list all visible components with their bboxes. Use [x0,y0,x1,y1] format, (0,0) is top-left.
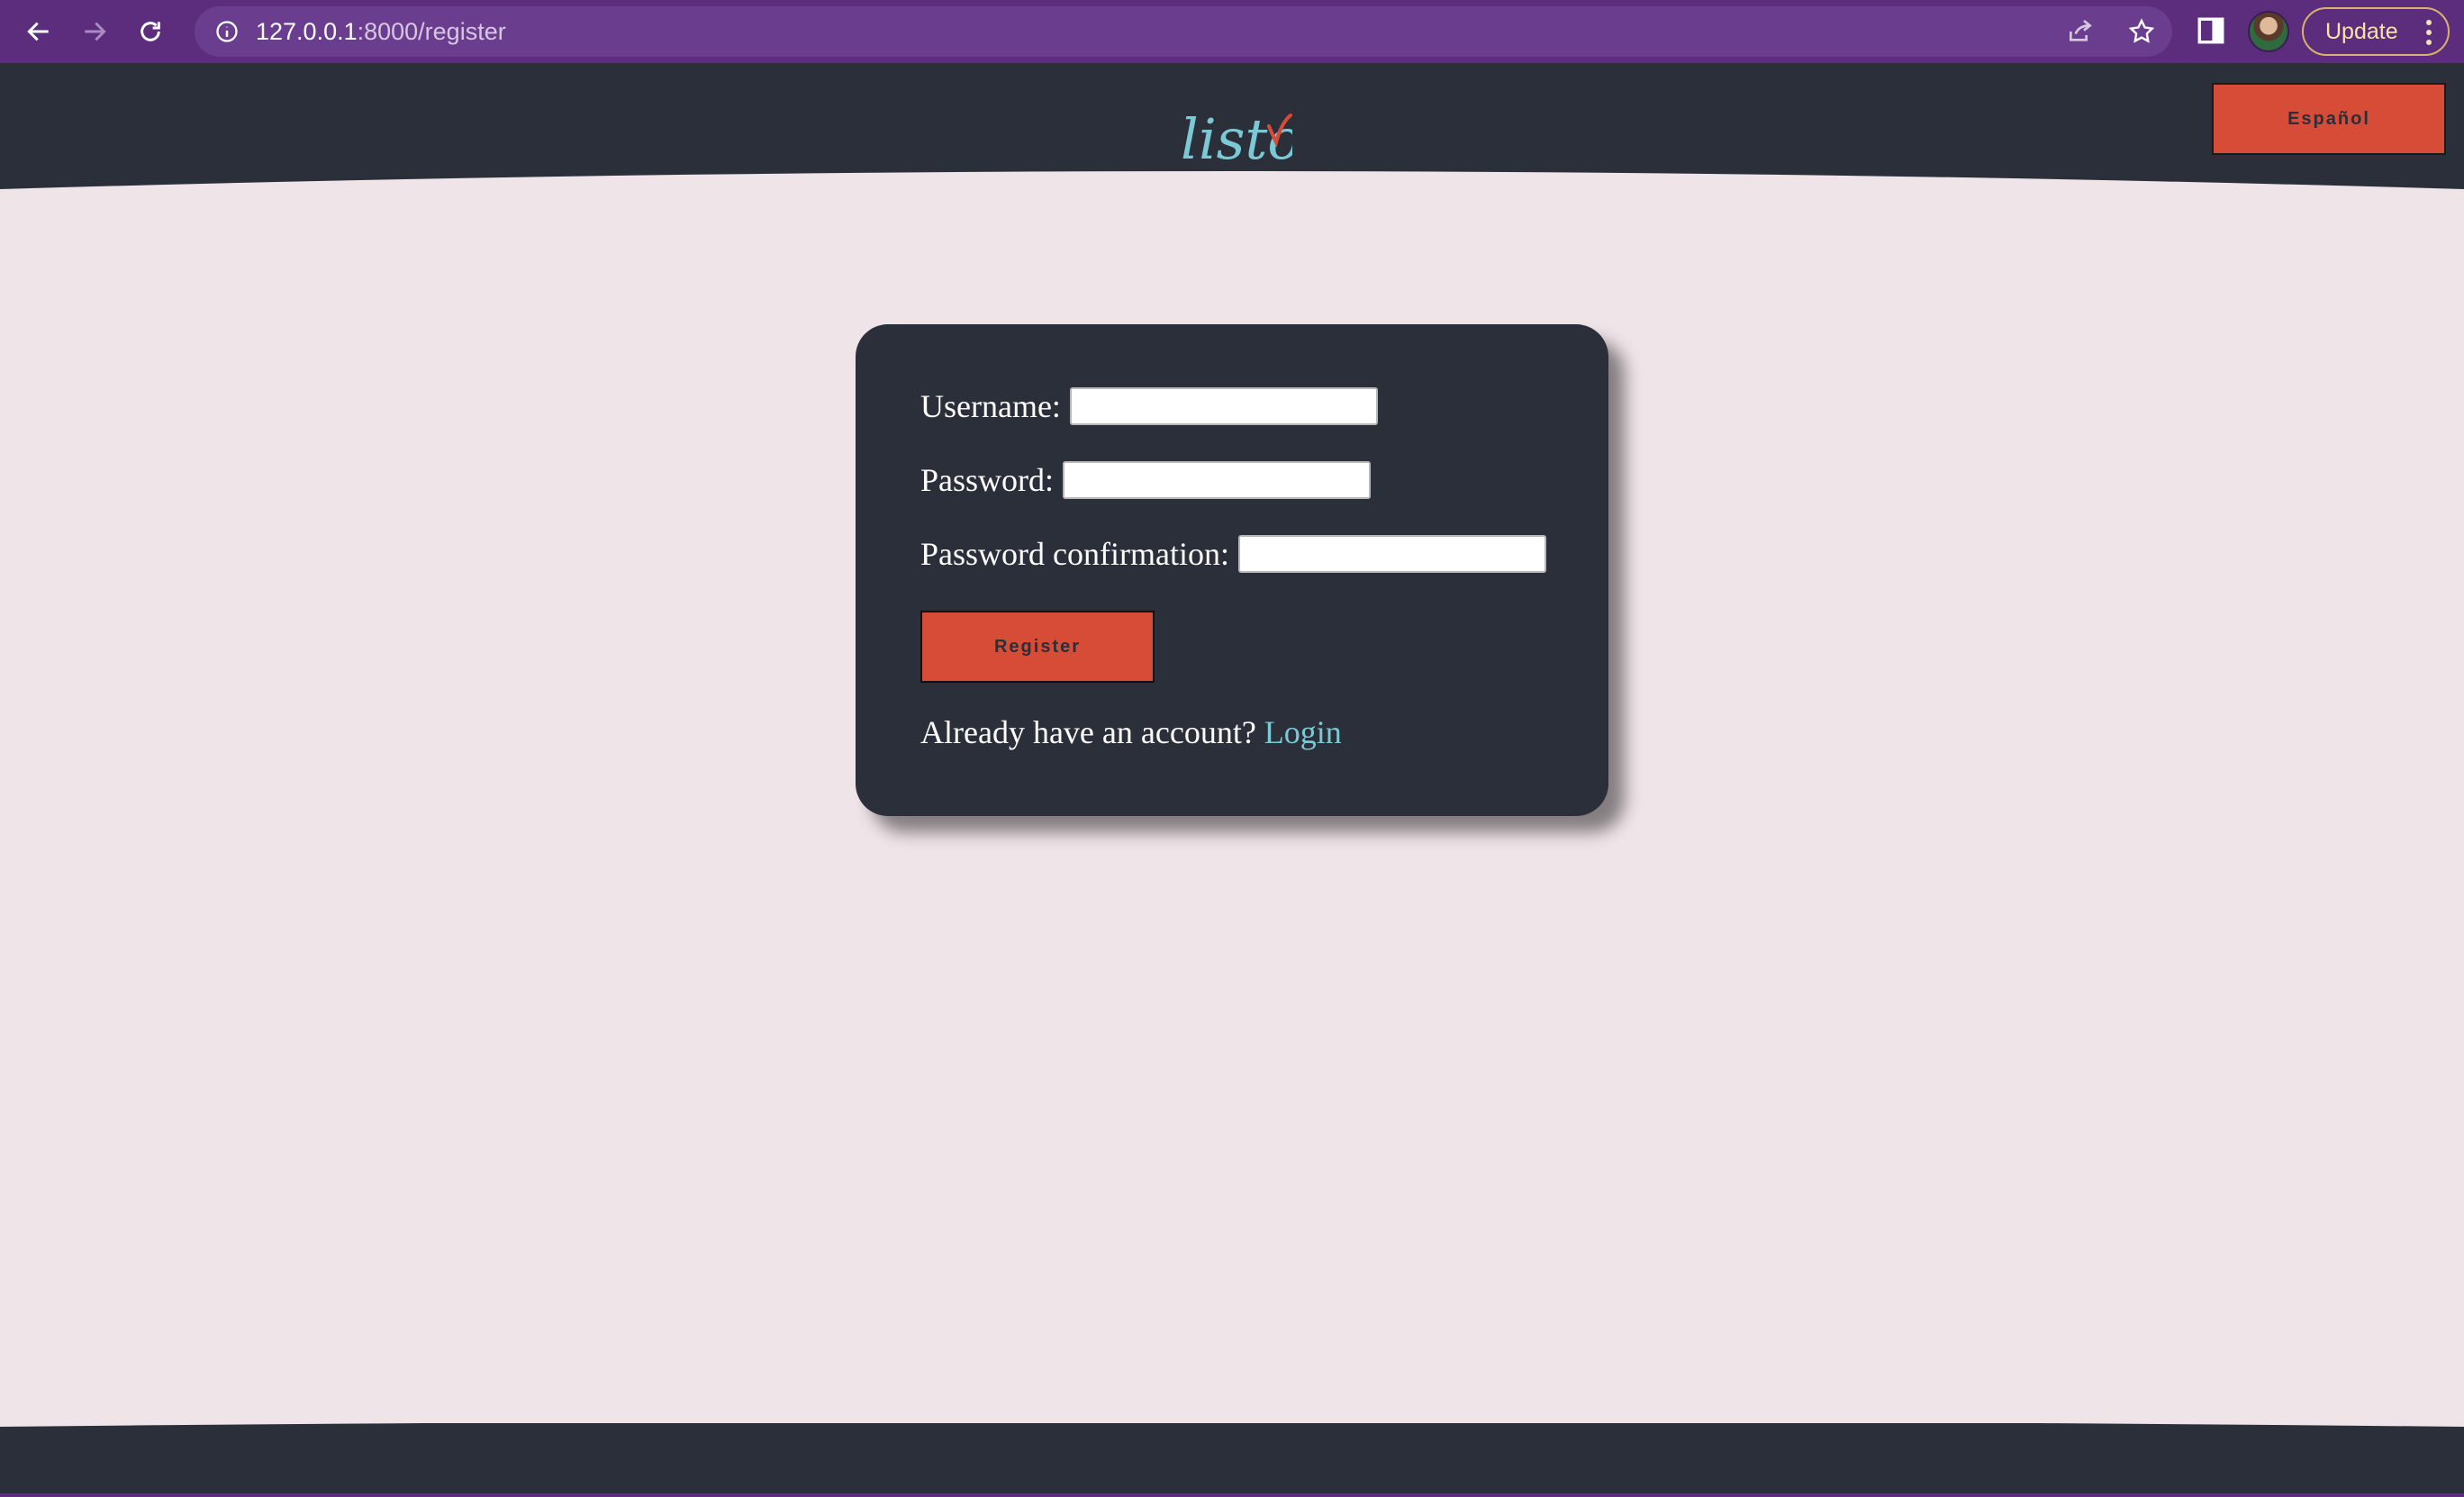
register-button[interactable]: Register [920,611,1155,683]
register-card: Username: Password: Password confirmatio… [856,324,1608,816]
password-label: Password: [920,462,1055,498]
url-path: :8000/register [357,17,506,45]
site-footer [0,1423,2464,1497]
profile-avatar[interactable] [2248,11,2289,52]
side-panel-icon[interactable] [2196,15,2226,46]
language-button[interactable]: Español [2212,83,2446,155]
username-row: Username: [920,387,1378,425]
password-confirmation-label: Password confirmation: [920,536,1229,572]
more-menu-icon[interactable] [2426,20,2432,45]
update-label: Update [2325,18,2398,44]
login-prompt: Already have an account? Login [920,713,1342,751]
password-confirmation-input[interactable] [1237,535,1546,573]
password-input[interactable] [1063,461,1372,499]
forward-button[interactable] [67,4,122,59]
username-input[interactable] [1069,387,1378,425]
password-row: Password: [920,461,1372,499]
username-label: Username: [920,388,1061,424]
star-icon[interactable] [2127,17,2156,46]
confirm-row: Password confirmation: [920,535,1546,573]
login-link[interactable]: Login [1264,714,1342,750]
site-header: listo Español [0,63,2464,209]
info-icon[interactable] [214,19,240,44]
footer-band [0,1423,2464,1497]
browser-toolbar: 127.0.0.1:8000/register Update [0,0,2464,63]
listo-logo: listo [1181,106,1292,172]
update-button[interactable]: Update [2302,7,2450,56]
url-host: 127.0.0.1 [256,17,358,45]
login-prompt-text: Already have an account? [920,714,1256,750]
back-button[interactable] [11,4,67,59]
reload-icon [140,22,160,41]
arrow-right-icon [85,22,106,41]
reload-button[interactable] [122,4,178,59]
url-text: 127.0.0.1:8000/register [256,18,506,46]
share-icon[interactable] [2066,17,2095,46]
address-bar[interactable]: 127.0.0.1:8000/register [195,6,2172,57]
arrow-left-icon [27,22,49,41]
